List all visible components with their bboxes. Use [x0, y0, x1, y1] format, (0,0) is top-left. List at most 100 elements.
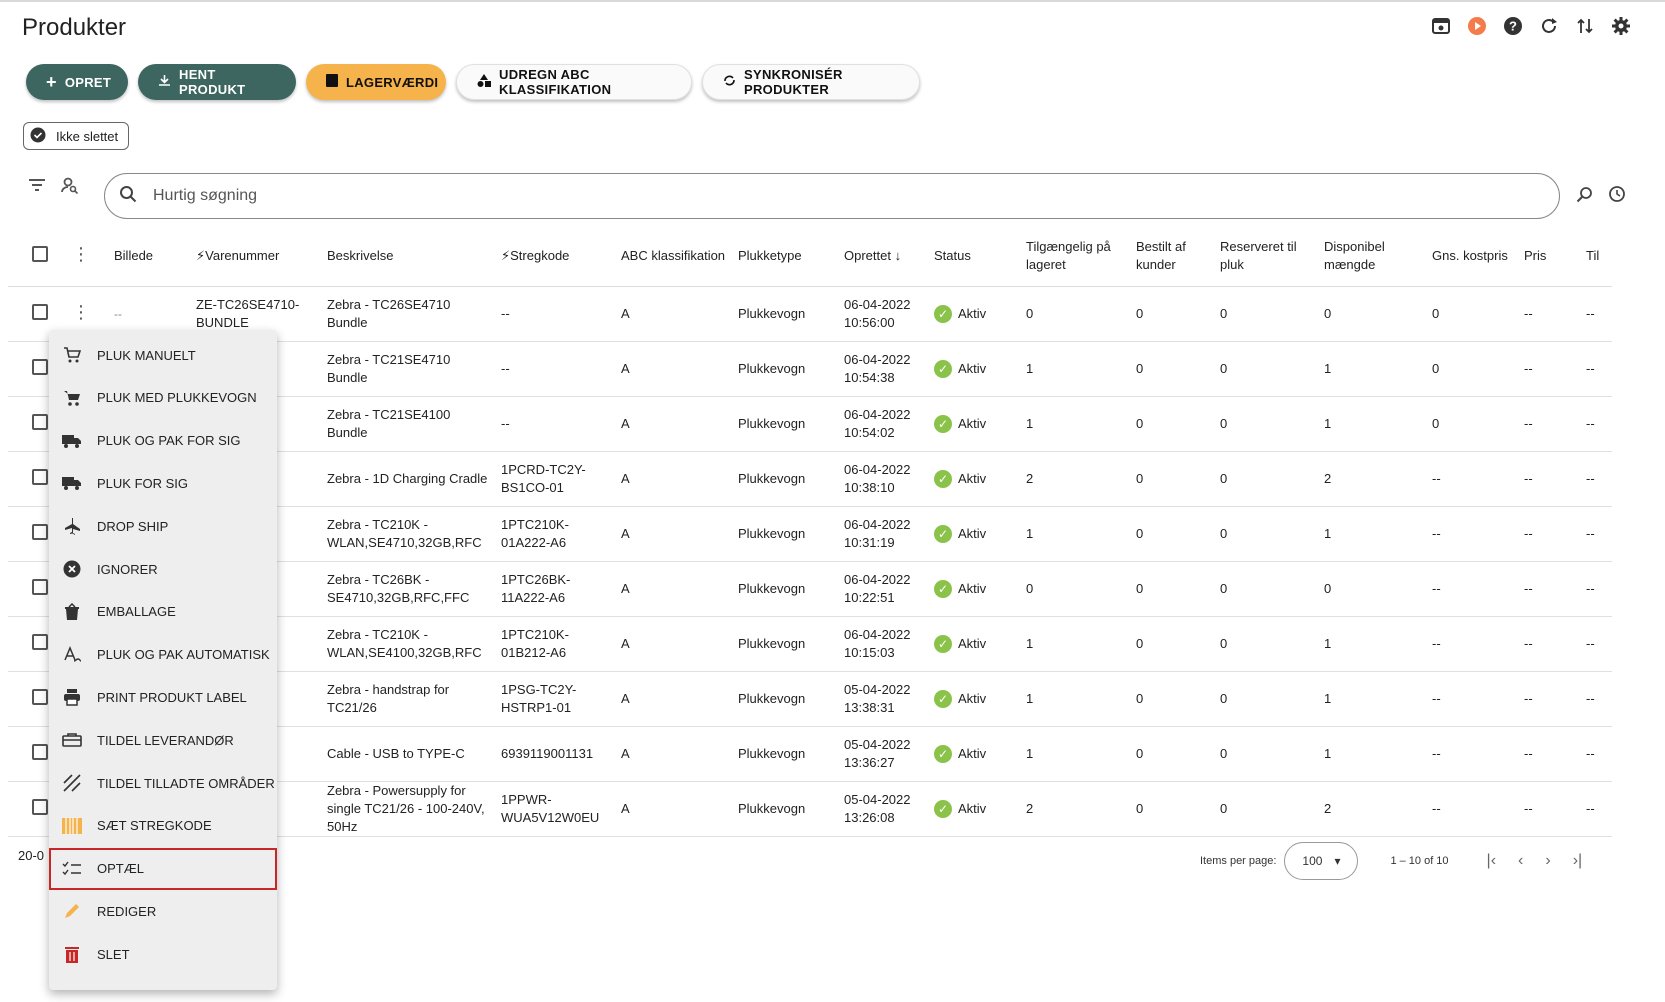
col-available[interactable]: Tilgængelig på lageret	[1020, 226, 1130, 287]
cell-desc: Zebra - TC210K - WLAN,SE4710,32GB,RFC	[321, 506, 495, 562]
cell-ordered: 0	[1130, 396, 1214, 452]
menu-item-tildel-tilladte-områder[interactable]: TILDEL TILLADTE OMRÅDER	[49, 762, 277, 804]
zoom-search-icon[interactable]	[1576, 185, 1594, 208]
menu-item-ignorer[interactable]: IGNORER	[49, 548, 277, 590]
cell-barcode: --	[495, 341, 615, 397]
menu-item-pluk-og-pak-for-sig[interactable]: PLUK OG PAK FOR SIG	[49, 420, 277, 462]
select-all-checkbox[interactable]	[32, 245, 48, 262]
next-page-icon[interactable]: ›	[1545, 852, 1550, 870]
col-barcode[interactable]: ⚡Stregkode	[495, 226, 615, 287]
cell-disp: 1	[1318, 671, 1426, 727]
svg-text:?: ?	[1509, 19, 1517, 34]
menu-item-optæl[interactable]: OPTÆL	[49, 847, 277, 890]
preview-icon[interactable]	[1429, 14, 1453, 38]
stock-value-button[interactable]: LAGERVÆRDI	[306, 64, 446, 100]
plus-icon: +	[46, 71, 57, 92]
menu-item-label: PLUK MED PLUKKEVOGN	[97, 390, 257, 406]
menu-item-print-produkt-label[interactable]: PRINT PRODUKT LABEL	[49, 676, 277, 718]
col-avg-cost[interactable]: Gns. kostpris	[1426, 226, 1518, 287]
cell-ordered: 0	[1130, 781, 1214, 837]
col-reserved[interactable]: Reserveret til pluk	[1214, 226, 1318, 287]
row-checkbox[interactable]	[32, 358, 48, 375]
status-badge: ✓ Aktiv	[934, 800, 1014, 818]
fetch-product-button[interactable]: HENT PRODUKT	[138, 64, 296, 100]
user-search-icon[interactable]	[60, 176, 79, 199]
history-icon[interactable]	[1608, 185, 1626, 208]
menu-item-tildel-leverandør[interactable]: TILDEL LEVERANDØR	[49, 719, 277, 761]
filter-icon[interactable]	[28, 176, 46, 199]
check-icon: ✓	[934, 745, 952, 763]
help-icon[interactable]: ?	[1501, 14, 1525, 38]
auto-icon	[61, 645, 83, 664]
col-extra[interactable]: Til	[1580, 226, 1612, 287]
fetch-label: HENT PRODUKT	[179, 67, 246, 97]
menu-item-sæt-stregkode[interactable]: SÆT STREGKODE	[49, 805, 277, 847]
menu-item-pluk-med-plukkevogn[interactable]: PLUK MED PLUKKEVOGN	[49, 377, 277, 419]
last-page-icon[interactable]: ›|	[1573, 852, 1582, 870]
menu-item-emballage[interactable]: EMBALLAGE	[49, 591, 277, 633]
cell-barcode: 1PTC26BK-11A222-A6	[495, 561, 615, 617]
col-abc[interactable]: ABC klassifikation	[615, 226, 732, 287]
col-pick-type[interactable]: Plukketype	[732, 226, 838, 287]
col-ordered[interactable]: Bestilt af kunder	[1130, 226, 1214, 287]
play-icon[interactable]	[1465, 14, 1489, 38]
abc-button[interactable]: UDREGN ABC KLASSIFIKATION	[456, 64, 692, 100]
menu-item-rediger[interactable]: REDIGER	[49, 890, 277, 932]
chip-label: Ikke slettet	[56, 128, 119, 144]
cell-extra: --	[1580, 616, 1612, 672]
col-sku[interactable]: ⚡Varenummer	[190, 226, 321, 287]
menu-item-pluk-og-pak-automatisk[interactable]: PLUK OG PAK AUTOMATISK	[49, 634, 277, 676]
col-disposable[interactable]: Disponibel mængde	[1318, 226, 1426, 287]
row-checkbox[interactable]	[32, 413, 48, 430]
row-checkbox[interactable]	[32, 303, 48, 320]
status-text: Aktiv	[958, 581, 987, 596]
col-price[interactable]: Pris	[1518, 226, 1580, 287]
cell-avail: 1	[1020, 616, 1130, 672]
row-menu-icon[interactable]: ⋮	[72, 302, 90, 322]
filter-chip-not-deleted[interactable]: Ikke slettet	[23, 122, 130, 150]
cell-cost: 0	[1426, 286, 1518, 342]
status-text: Aktiv	[958, 526, 987, 541]
settings-icon[interactable]	[1609, 14, 1633, 38]
cell-cost: --	[1426, 671, 1518, 727]
sync-products-button[interactable]: SYNKRONISÉR PRODUKTER	[702, 64, 920, 100]
row-checkbox[interactable]	[32, 798, 48, 815]
menu-item-pluk-for-sig[interactable]: PLUK FOR SIG	[49, 462, 277, 504]
refresh-icon[interactable]	[1537, 14, 1561, 38]
cell-pick: Plukkevogn	[732, 396, 838, 452]
row-checkbox[interactable]	[32, 633, 48, 650]
status-text: Aktiv	[958, 636, 987, 651]
menu-item-slet[interactable]: SLET	[49, 933, 277, 975]
cell-extra: --	[1580, 671, 1612, 727]
cell-pick: Plukkevogn	[732, 451, 838, 507]
cell-barcode: 1PSG-TC2Y-HSTRP1-01	[495, 671, 615, 727]
create-label: OPRET	[64, 74, 112, 90]
cell-desc: Zebra - TC26SE4710 Bundle	[321, 286, 495, 342]
row-checkbox[interactable]	[32, 523, 48, 540]
create-button[interactable]: + OPRET	[26, 64, 128, 100]
first-page-icon[interactable]: |‹	[1487, 852, 1496, 870]
row-checkbox[interactable]	[32, 578, 48, 595]
menu-item-drop-ship[interactable]: DROP SHIP	[49, 505, 277, 547]
status-badge: ✓ Aktiv	[934, 690, 1014, 708]
cell-created: 06-04-2022 10:15:03	[838, 616, 928, 672]
header-menu-icon[interactable]: ⋮	[72, 244, 90, 264]
row-checkbox[interactable]	[32, 743, 48, 760]
sort-icon[interactable]	[1573, 14, 1597, 38]
prev-page-icon[interactable]: ‹	[1518, 852, 1523, 870]
menu-item-pluk-manuelt[interactable]: PLUK MANUELT	[49, 334, 277, 376]
row-checkbox[interactable]	[32, 688, 48, 705]
cell-extra: --	[1580, 781, 1612, 837]
col-created[interactable]: Oprettet ↓	[838, 226, 928, 287]
row-checkbox[interactable]	[32, 468, 48, 485]
cell-ordered: 0	[1130, 341, 1214, 397]
col-description[interactable]: Beskrivelse	[321, 226, 495, 287]
page-size-select[interactable]: 100 ▾	[1284, 842, 1359, 880]
status-text: Aktiv	[958, 746, 987, 761]
col-status[interactable]: Status	[928, 226, 1020, 287]
cell-reserved: 0	[1214, 726, 1318, 782]
cell-disp: 1	[1318, 616, 1426, 672]
cell-abc: A	[615, 286, 732, 342]
shapes-icon	[477, 74, 491, 90]
search-input[interactable]	[151, 186, 1455, 206]
